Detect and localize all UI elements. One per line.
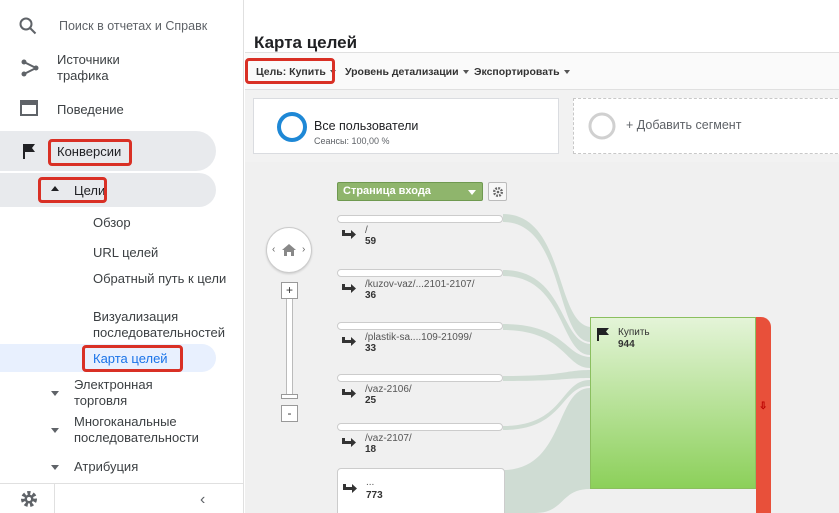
entry-arrow-icon bbox=[342, 337, 356, 346]
entry-arrow-icon bbox=[342, 230, 356, 239]
node-count: 59 bbox=[365, 236, 377, 247]
traffic-sources-icon bbox=[21, 59, 39, 77]
expand-icon bbox=[51, 391, 59, 396]
entry-node[interactable]: /vaz-2106/ 25 bbox=[337, 374, 503, 406]
highlight-box bbox=[48, 139, 132, 166]
node-bar bbox=[337, 215, 503, 223]
chevron-down-icon bbox=[462, 70, 469, 75]
entry-arrow-icon bbox=[343, 484, 357, 493]
export-dropdown[interactable]: Экспортировать bbox=[474, 66, 570, 78]
segment-title: Все пользователи bbox=[314, 119, 419, 133]
flag-icon bbox=[597, 328, 609, 341]
sidebar-footer: ‹ bbox=[0, 483, 244, 513]
sidebar-item-ecommerce[interactable]: Электронная торговля bbox=[74, 377, 184, 409]
sidebar-item-traffic-sources[interactable]: Источники трафика bbox=[0, 52, 216, 86]
node-bar bbox=[337, 423, 503, 431]
entry-node[interactable]: /kuzov-vaz/...2101-2107/ 36 bbox=[337, 269, 503, 301]
node-settings-button[interactable] bbox=[488, 182, 507, 201]
segment-bar: Все пользователи Сеансы: 100,00 % + Доба… bbox=[245, 90, 839, 162]
chevron-down-icon bbox=[563, 70, 570, 75]
chevron-down-icon bbox=[468, 190, 476, 195]
node-path: /vaz-2107/ bbox=[365, 433, 412, 444]
flag-icon bbox=[23, 144, 35, 159]
add-segment-button[interactable]: + Добавить сегмент bbox=[573, 98, 839, 154]
pan-control[interactable]: ‹ › bbox=[266, 227, 312, 273]
node-path: / bbox=[365, 225, 368, 236]
entry-page-label: Страница входа bbox=[343, 185, 431, 197]
highlight-box bbox=[245, 58, 335, 84]
report-toolbar: Цель: Купить Уровень детализации Экспорт… bbox=[245, 52, 839, 90]
entry-node[interactable]: /vaz-2107/ 18 bbox=[337, 423, 503, 455]
sidebar: Поиск в отчетах и Справк Источники трафи… bbox=[0, 0, 244, 513]
node-path: /plastik-sa....109-21099/ bbox=[365, 332, 472, 343]
goal-map-canvas[interactable]: Страница входа ‹ › + - / 59 /kuzov-vaz/.… bbox=[245, 162, 839, 513]
chevron-right-icon[interactable]: › bbox=[302, 244, 305, 255]
goal-node-label: Купить bbox=[618, 327, 650, 338]
sidebar-item-multichannel[interactable]: Многоканальные последовательности bbox=[74, 414, 224, 446]
sidebar-subitem-overview[interactable]: Обзор bbox=[93, 215, 131, 231]
sidebar-subitem-goal-urls[interactable]: URL целей bbox=[93, 245, 158, 261]
zoom-slider[interactable] bbox=[286, 299, 293, 399]
entry-node-other[interactable]: ... 773 bbox=[337, 468, 505, 513]
sidebar-subitem-funnel-visualization[interactable]: Визуализация последовательностей bbox=[93, 309, 243, 341]
node-path: ... bbox=[366, 477, 375, 488]
segment-all-users[interactable]: Все пользователи Сеансы: 100,00 % bbox=[253, 98, 559, 154]
sidebar-subitem-reverse-goal-path[interactable]: Обратный путь к цели bbox=[93, 271, 233, 287]
detail-level-dropdown[interactable]: Уровень детализации bbox=[345, 66, 469, 78]
divider bbox=[54, 484, 55, 513]
behavior-icon bbox=[20, 100, 38, 116]
detail-level-label: Уровень детализации bbox=[345, 66, 459, 78]
zoom-out-button[interactable]: - bbox=[281, 405, 298, 422]
export-label: Экспортировать bbox=[474, 66, 560, 78]
segment-subtitle: Сеансы: 100,00 % bbox=[314, 136, 390, 146]
highlight-box bbox=[38, 177, 107, 203]
entry-arrow-icon bbox=[342, 284, 356, 293]
node-path: /kuzov-vaz/...2101-2107/ bbox=[365, 279, 475, 290]
sidebar-item-label: Источники трафика bbox=[57, 52, 120, 83]
node-count: 36 bbox=[365, 290, 377, 301]
chevron-left-icon[interactable]: ‹ bbox=[272, 244, 275, 255]
node-bar bbox=[337, 374, 503, 382]
entry-page-dropdown[interactable]: Страница входа bbox=[337, 182, 483, 201]
node-count: 33 bbox=[365, 343, 377, 354]
exit-bar[interactable]: ⇩ bbox=[756, 317, 771, 513]
goal-node[interactable]: Купить 944 bbox=[590, 317, 756, 489]
segment-ring-empty-icon bbox=[588, 112, 616, 140]
add-segment-label: + Добавить сегмент bbox=[626, 118, 742, 132]
entry-arrow-icon bbox=[342, 438, 356, 447]
node-bar bbox=[337, 322, 503, 330]
search-icon bbox=[19, 17, 37, 35]
sidebar-item-attribution[interactable]: Атрибуция bbox=[74, 459, 138, 475]
goal-node-count: 944 bbox=[618, 339, 635, 350]
node-count: 25 bbox=[365, 395, 377, 406]
node-count: 18 bbox=[365, 444, 377, 455]
node-path: /vaz-2106/ bbox=[365, 384, 412, 395]
search-input[interactable]: Поиск в отчетах и Справк bbox=[59, 19, 207, 33]
gear-icon bbox=[493, 187, 503, 197]
highlight-box bbox=[82, 345, 183, 372]
zoom-in-button[interactable]: + bbox=[281, 282, 298, 299]
zoom-slider-thumb[interactable] bbox=[281, 394, 298, 399]
home-icon[interactable] bbox=[281, 242, 297, 258]
sidebar-item-behavior[interactable]: Поведение bbox=[0, 98, 216, 122]
node-count: 773 bbox=[366, 490, 383, 501]
expand-icon bbox=[51, 428, 59, 433]
search-bar[interactable]: Поиск в отчетах и Справк bbox=[0, 0, 244, 50]
expand-icon bbox=[51, 465, 59, 470]
chevron-left-icon[interactable]: ‹ bbox=[200, 491, 205, 509]
sidebar-item-goals[interactable] bbox=[0, 173, 216, 207]
segment-ring-icon bbox=[277, 112, 307, 142]
page-title: Карта целей bbox=[254, 33, 358, 52]
exit-arrow-icon: ⇩ bbox=[759, 401, 768, 412]
entry-node[interactable]: / 59 bbox=[337, 215, 503, 247]
entry-arrow-icon bbox=[342, 389, 356, 398]
entry-node[interactable]: /plastik-sa....109-21099/ 33 bbox=[337, 322, 503, 354]
main-content: Карта целей Цель: Купить Уровень детализ… bbox=[245, 0, 839, 513]
gear-icon[interactable] bbox=[19, 489, 39, 509]
sidebar-item-label: Поведение bbox=[57, 102, 124, 117]
node-bar bbox=[337, 269, 503, 277]
